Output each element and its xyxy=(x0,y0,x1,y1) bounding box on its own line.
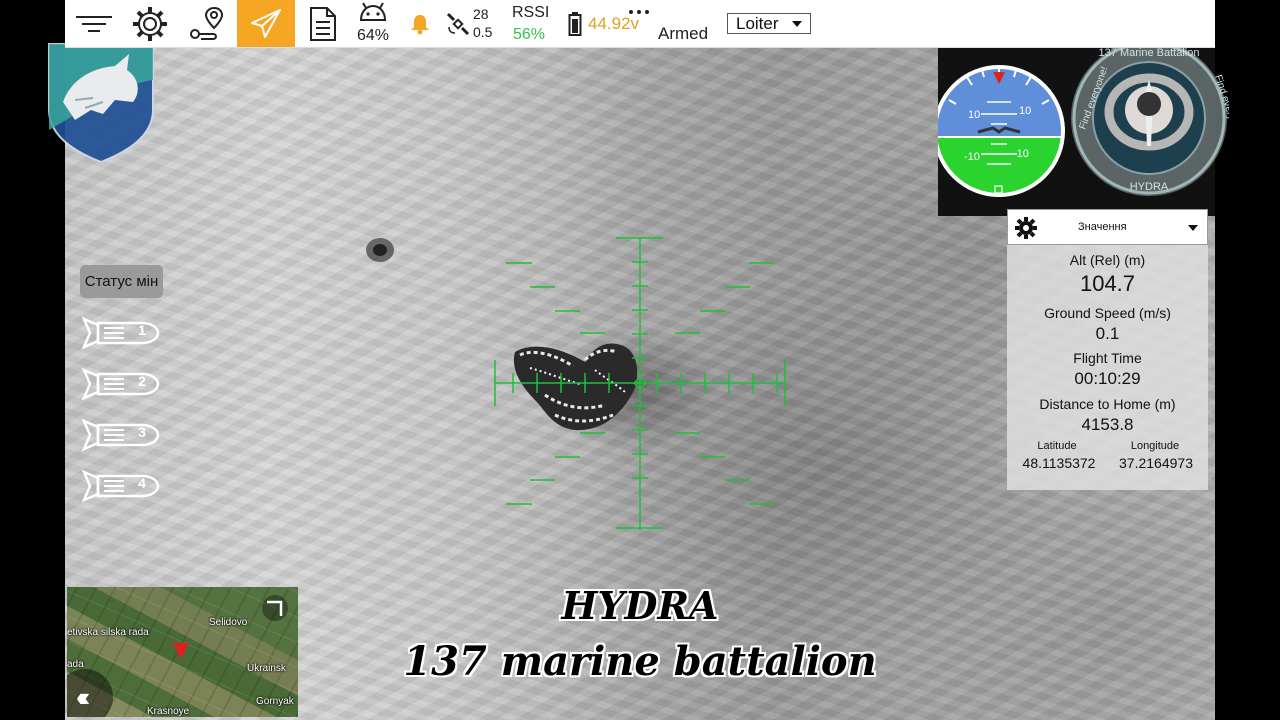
mine-slot-2[interactable]: 2 xyxy=(81,366,160,407)
battery-status[interactable] xyxy=(565,0,585,47)
plan-button[interactable] xyxy=(237,0,295,47)
mine-number: 2 xyxy=(138,373,146,389)
emblem-top-text: 137 Marine Battalion xyxy=(1099,47,1200,59)
emblem-bottom-text: HYDRA xyxy=(1130,181,1169,193)
gps-status[interactable] xyxy=(443,0,473,47)
latitude-label: Latitude xyxy=(1037,440,1077,452)
mine-slot-3[interactable]: 3 xyxy=(81,417,160,458)
settings-button[interactable] xyxy=(122,0,178,47)
bell-icon xyxy=(411,14,429,34)
unit-shield-logo xyxy=(48,43,154,164)
map-label: etivska silska rada xyxy=(67,627,149,638)
android-icon xyxy=(359,2,387,21)
pitch-tick-label: -10 xyxy=(1013,148,1029,160)
double-chevron-left-icon: ‹‹‹ xyxy=(76,682,90,712)
mine-number: 3 xyxy=(138,424,146,440)
distance-home-value: 4153.8 xyxy=(1081,415,1134,434)
mine-number: 4 xyxy=(138,475,146,491)
map-label: Krasnoye xyxy=(147,706,190,717)
pitch-tick-label: 10 xyxy=(1019,105,1031,117)
battery-voltage: 44.92v xyxy=(588,14,640,33)
satellite-count: 28 xyxy=(473,6,489,22)
top-toolbar: 64% 28 0.5 RSSI 56% 44.92v Armed Loiter xyxy=(65,0,1215,48)
vehicle-battery-percent: 64% xyxy=(357,27,390,44)
battalion-emblem: 137 Marine Battalion HYDRA Find everyone… xyxy=(1071,40,1229,196)
values-panel: Значення Alt (Rel) (m) 104.7 Ground Spee… xyxy=(1007,209,1208,490)
gear-icon xyxy=(133,6,167,41)
rssi-value: 56% xyxy=(513,26,546,43)
flight-time-label: Flight Time xyxy=(1073,350,1142,366)
latitude-value: 48.1135372 xyxy=(1022,455,1096,471)
mine-status-button[interactable]: Статус мін xyxy=(80,265,163,298)
paper-plane-icon xyxy=(251,8,281,38)
mine-number: 1 xyxy=(138,322,146,338)
chevron-down-icon xyxy=(1188,225,1198,231)
ground-speed-value: 0.1 xyxy=(1095,324,1120,343)
rssi-label: RSSI xyxy=(512,4,550,21)
log-button[interactable] xyxy=(303,0,343,47)
values-dropdown[interactable]: Значення xyxy=(1007,209,1208,245)
overlay-title: HYDRA xyxy=(561,583,719,628)
chevron-down-icon xyxy=(792,21,802,27)
mine-slot-4[interactable]: 4 xyxy=(81,468,160,509)
gear-icon[interactable] xyxy=(1014,216,1038,240)
alt-label: Alt (Rel) (m) xyxy=(1069,252,1146,268)
alt-value: 104.7 xyxy=(1079,271,1136,296)
menu-button[interactable] xyxy=(65,0,122,47)
hdop-value: 0.5 xyxy=(473,24,493,40)
overlay-subtitle: 137 marine battalion xyxy=(403,638,877,685)
longitude-value: 37.2164973 xyxy=(1119,455,1193,471)
map-label: Gornyak xyxy=(256,696,294,707)
flight-time-value: 00:10:29 xyxy=(1074,369,1141,388)
values-dropdown-label: Значення xyxy=(1078,221,1127,233)
distance-home-label: Distance to Home (m) xyxy=(1039,396,1176,412)
document-icon xyxy=(310,6,336,41)
ground-speed-label: Ground Speed (m/s) xyxy=(1044,305,1171,321)
instrument-panel: 10 10 -10 -10 137 Marine Battalion HYDRA… xyxy=(933,40,1229,216)
route-icon xyxy=(190,6,224,40)
pitch-tick-label: -10 xyxy=(964,151,980,163)
longitude-label: Longitude xyxy=(1130,440,1180,452)
mine-slot-1[interactable]: 1 xyxy=(81,315,160,356)
route-button[interactable] xyxy=(178,0,236,47)
vehicle-status[interactable] xyxy=(353,0,393,26)
satellite-icon xyxy=(446,12,470,35)
menu-icon xyxy=(75,15,112,32)
alert-button[interactable] xyxy=(404,0,436,47)
pitch-tick-label: 10 xyxy=(968,109,980,121)
battery-icon xyxy=(568,11,582,36)
flight-mode-select[interactable]: Loiter xyxy=(727,13,811,34)
more-dots-icon[interactable] xyxy=(627,9,653,15)
armed-status[interactable]: Armed xyxy=(658,24,708,44)
flight-mode-value: Loiter xyxy=(736,13,779,33)
